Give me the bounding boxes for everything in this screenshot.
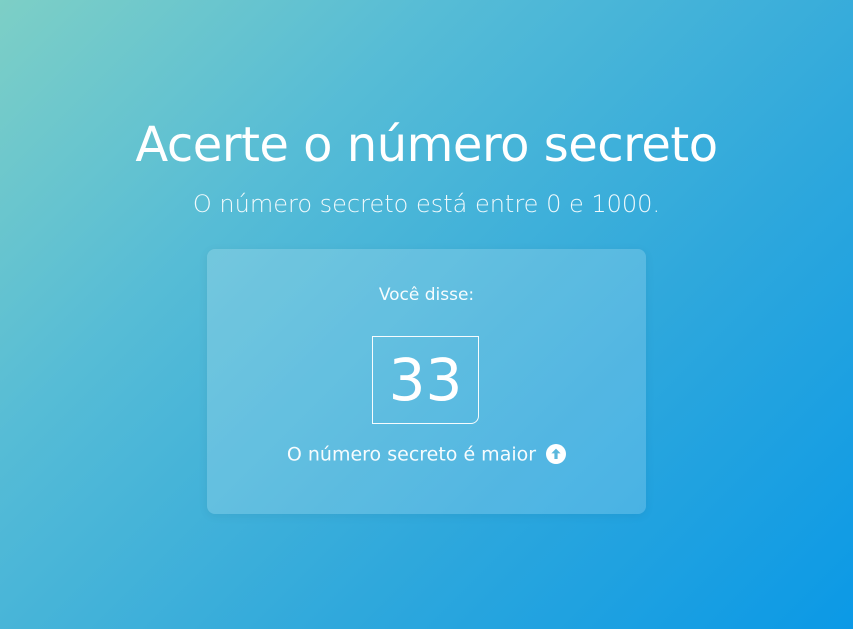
hint-text: O número secreto é maior	[286, 443, 537, 466]
guess-card: Você disse: 33 O número secreto é maior	[207, 249, 646, 514]
guess-value: 33	[388, 346, 463, 414]
page-title: Acerte o número secreto	[135, 117, 718, 173]
arrow-up-circle-icon	[546, 443, 567, 464]
guess-value-box: 33	[372, 336, 479, 424]
hint-message: O número secreto é maior	[207, 442, 646, 467]
guess-label: Você disse:	[378, 285, 475, 305]
page-subtitle: O número secreto está entre 0 e 1000.	[192, 190, 661, 218]
